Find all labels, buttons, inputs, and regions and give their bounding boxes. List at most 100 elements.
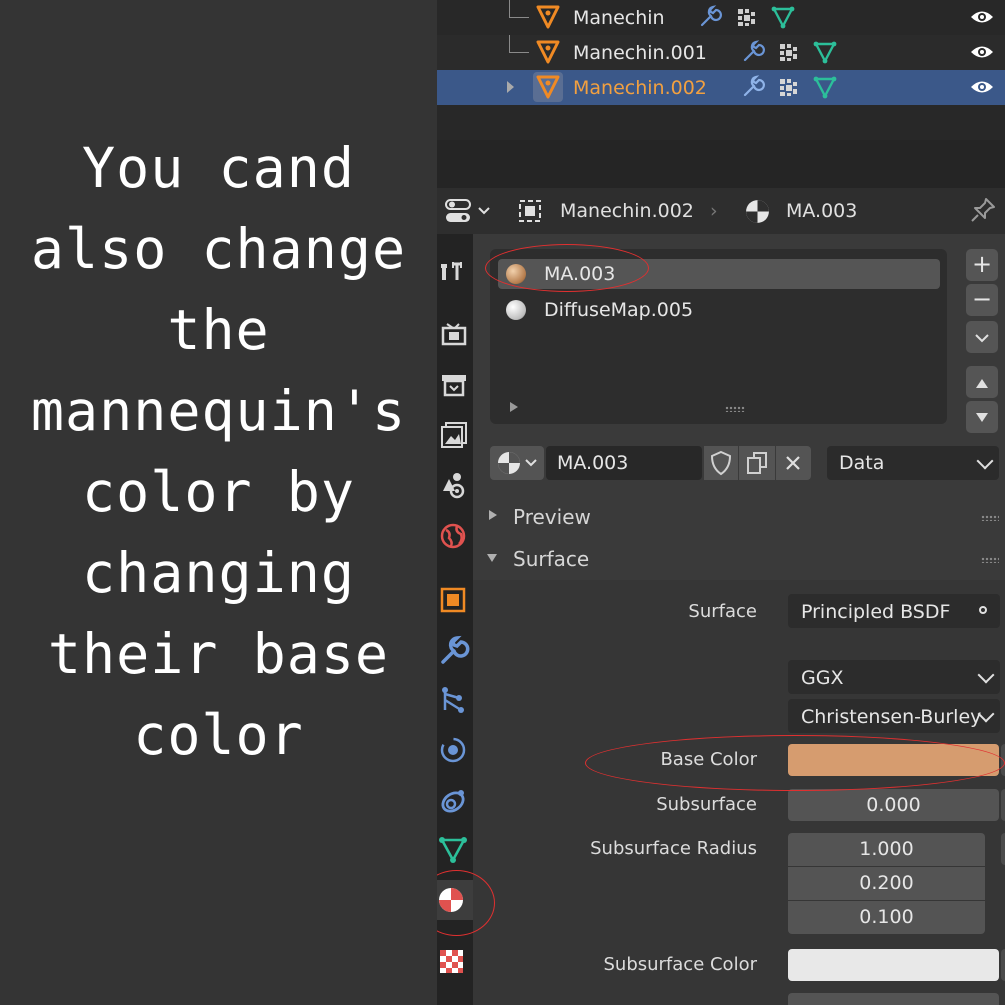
tab-data-icon[interactable] (437, 830, 473, 870)
surface-shader-field[interactable]: Principled BSDF (788, 594, 1000, 628)
object-context-icon (519, 200, 541, 222)
tab-scene-icon[interactable] (437, 465, 473, 505)
tree-line (509, 0, 529, 35)
preview-section-label: Preview (513, 505, 591, 529)
tab-material[interactable] (437, 880, 473, 920)
browse-material-button[interactable] (490, 446, 544, 480)
subsurface-color-socket-button[interactable] (1001, 949, 1005, 981)
mesh-data-icon[interactable] (812, 74, 838, 100)
link-type-dropdown[interactable]: Data (827, 446, 999, 480)
slot-specials-button[interactable] (966, 321, 998, 353)
surface-section-header[interactable]: Surface (473, 539, 1005, 579)
remove-slot-button[interactable]: − (966, 284, 998, 316)
tab-object-icon[interactable] (437, 580, 473, 620)
base-color-socket-button[interactable] (1001, 744, 1005, 776)
outliner-row-label: Manechin.002 (573, 77, 707, 99)
shield-icon (710, 450, 732, 476)
material-slot-label: MA.003 (544, 263, 616, 285)
expanded-arrow-icon (487, 554, 497, 562)
material-name-field[interactable]: MA.003 (546, 446, 702, 480)
drag-grip[interactable] (981, 557, 999, 563)
list-expand-icon[interactable] (510, 402, 518, 412)
tree-line (509, 35, 529, 70)
particles-icon[interactable] (734, 4, 760, 30)
move-slot-up-button[interactable] (966, 366, 998, 398)
subsurface-radius-socket-button[interactable] (1001, 833, 1005, 865)
tab-modifier-icon[interactable] (437, 630, 473, 670)
tab-constraints-icon[interactable] (437, 780, 473, 820)
distribution-dropdown[interactable]: GGX (788, 660, 1000, 694)
duplicate-material-button[interactable] (739, 446, 775, 480)
editor-type-icon[interactable] (443, 196, 493, 226)
pin-icon[interactable] (969, 196, 997, 224)
material-slot-list[interactable]: MA.003 DiffuseMap.005 (490, 249, 947, 424)
triangle-up-icon (976, 379, 988, 388)
particles-icon[interactable] (776, 74, 802, 100)
tab-view-layer-icon[interactable] (437, 415, 473, 455)
material-slot-label: DiffuseMap.005 (544, 299, 694, 321)
breadcrumb-material: MA.003 (786, 200, 858, 222)
mesh-data-icon[interactable] (770, 4, 796, 30)
outliner-row-manechin[interactable]: Manechin (437, 0, 1005, 35)
tab-physics-icon[interactable] (437, 730, 473, 770)
subsurface-color-swatch[interactable] (788, 949, 999, 981)
subsurface-radius-z-value: 0.100 (859, 906, 914, 928)
subsurface-label: Subsurface (656, 794, 757, 815)
base-color-swatch[interactable] (788, 744, 999, 776)
outliner-row-label: Manechin.001 (573, 42, 707, 64)
fake-user-button[interactable] (704, 446, 738, 480)
tab-output-icon[interactable] (437, 365, 473, 405)
subsurface-radius-x-value: 1.000 (859, 838, 914, 860)
subsurface-method-value: Christensen-Burley (801, 706, 982, 728)
modifier-wrench-icon[interactable] (740, 74, 766, 100)
list-resize-grip[interactable] (725, 406, 745, 412)
eye-icon[interactable] (969, 76, 995, 98)
expand-arrow-icon[interactable] (507, 81, 514, 93)
copy-icon (747, 452, 767, 474)
subsurface-color-label: Subsurface Color (603, 954, 757, 975)
tab-tool-icon[interactable] (437, 252, 473, 292)
material-context-icon (746, 200, 769, 223)
close-icon (786, 456, 800, 470)
blender-window: Manechin Manechin.001 Manechin.002 Manec… (437, 0, 1005, 1005)
eye-icon[interactable] (969, 41, 995, 63)
preview-section-header[interactable]: Preview (473, 497, 1005, 537)
particles-icon[interactable] (776, 39, 802, 65)
subsurface-slider[interactable]: 0.000 (788, 789, 999, 821)
add-slot-button[interactable]: + (966, 249, 998, 281)
subsurface-radius-y[interactable]: 0.200 (788, 867, 985, 900)
subsurface-radius-x[interactable]: 1.000 (788, 833, 985, 866)
caption-panel: You cand also change the mannequin's col… (0, 0, 437, 1005)
chevron-down-icon (525, 459, 537, 467)
tab-render-icon[interactable] (437, 314, 473, 354)
object-icon (533, 72, 563, 102)
modifier-wrench-icon[interactable] (697, 4, 723, 30)
subsurface-value: 0.000 (866, 794, 921, 816)
subsurface-radius-z[interactable]: 0.100 (788, 901, 985, 934)
link-type-value: Data (839, 452, 885, 474)
tab-texture-icon[interactable] (437, 942, 473, 982)
socket-icon[interactable] (968, 595, 1000, 627)
outliner-row-manechin-001[interactable]: Manechin.001 (437, 35, 1005, 70)
object-icon (536, 5, 560, 29)
surface-section-label: Surface (513, 547, 590, 571)
chevron-down-icon (977, 666, 995, 684)
material-slot-diffusemap005[interactable]: DiffuseMap.005 (498, 295, 940, 325)
outliner-empty-area (437, 140, 1005, 188)
object-icon (536, 40, 560, 64)
outliner-row-manechin-002[interactable]: Manechin.002 (437, 70, 1005, 105)
eye-icon[interactable] (969, 6, 995, 28)
mesh-data-icon[interactable] (812, 39, 838, 65)
material-icon (498, 452, 520, 474)
unlink-material-button[interactable] (776, 446, 811, 480)
subsurface-socket-button[interactable] (1001, 789, 1005, 821)
next-property-slider[interactable] (788, 993, 999, 1005)
modifier-wrench-icon[interactable] (740, 39, 766, 65)
caption-text: You cand also change the mannequin's col… (30, 136, 407, 767)
tab-world-icon[interactable] (437, 516, 473, 556)
drag-grip[interactable] (981, 515, 999, 521)
subsurface-method-dropdown[interactable]: Christensen-Burley (788, 699, 1000, 733)
tab-particles-icon[interactable] (437, 680, 473, 720)
move-slot-down-button[interactable] (966, 401, 998, 433)
material-slot-ma003[interactable]: MA.003 (498, 259, 940, 289)
